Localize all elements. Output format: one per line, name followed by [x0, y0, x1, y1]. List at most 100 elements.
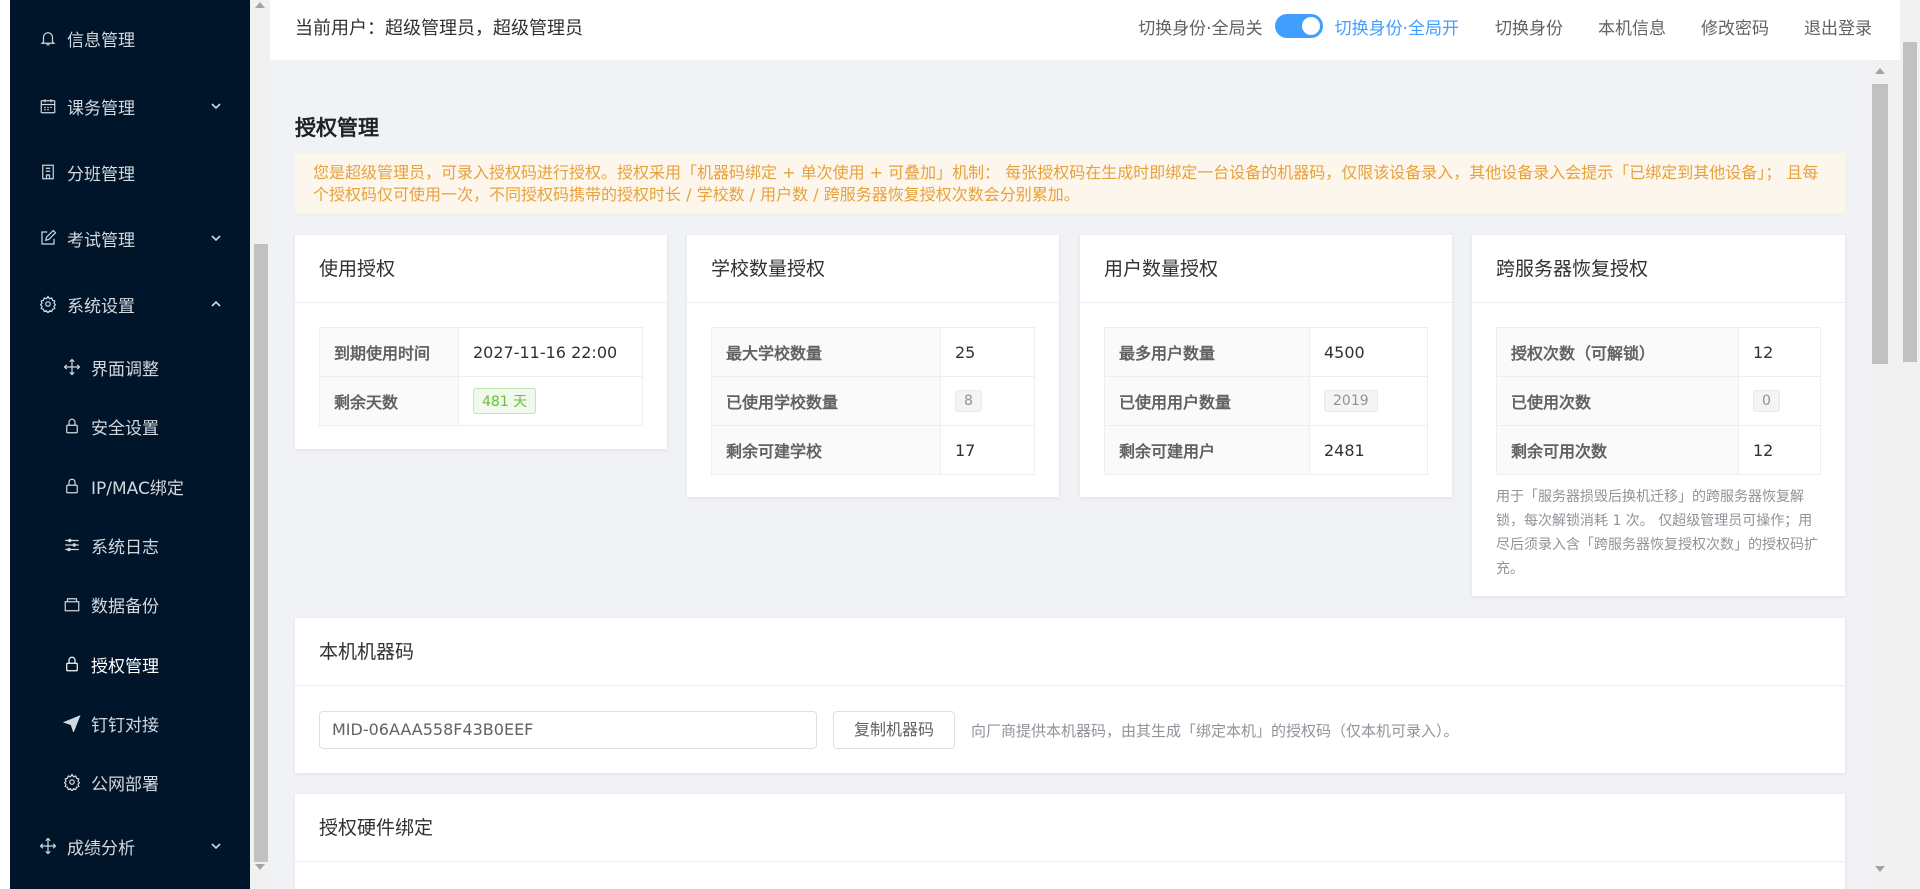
switch-off-label: 切换身份·全局关 [1138, 18, 1263, 39]
move-icon [62, 357, 82, 377]
chevron-down-icon [211, 235, 221, 242]
row-value: 8 [940, 376, 1035, 426]
sidebar-item-ipmac[interactable]: IP/MAC绑定 [10, 458, 250, 514]
sidebar-item-course[interactable]: 课务管理 [10, 78, 250, 134]
card-title: 学校数量授权 [687, 235, 1059, 303]
switch-on-label: 切换身份·全局开 [1334, 18, 1459, 39]
machine-code-input[interactable]: MID-06AAA558F43B0EEF [319, 711, 817, 749]
table-row: 剩余可建用户 2481 [1104, 425, 1428, 475]
row-value: 481 天 [458, 376, 643, 426]
card-title: 跨服务器恢复授权 [1472, 235, 1845, 303]
row-value: 12 [1738, 327, 1821, 377]
sidebar-item-label: 钉钉对接 [91, 715, 159, 736]
page-scrollbar-thumb[interactable] [1872, 84, 1888, 364]
row-key: 已使用用户数量 [1104, 376, 1310, 426]
sidebar-item-label: 授权管理 [91, 656, 159, 677]
sidebar-item-ui-adjust[interactable]: 界面调整 [10, 339, 250, 395]
usage-table: 到期使用时间 2027-11-16 22:00 剩余天数 481 天 [319, 327, 643, 426]
card-title: 本机机器码 [295, 618, 1845, 686]
sidebar-item-info[interactable]: 信息管理 [10, 10, 250, 66]
chevron-down-icon [211, 103, 221, 110]
sidebar-item-label: 成绩分析 [67, 838, 135, 859]
switch-knob [1301, 17, 1320, 35]
sidebar-item-class[interactable]: 分班管理 [10, 144, 250, 200]
row-key: 剩余天数 [319, 376, 459, 426]
card-title: 授权硬件绑定 [295, 794, 1845, 862]
machine-info-link[interactable]: 本机信息 [1598, 14, 1666, 39]
row-key: 剩余可建用户 [1104, 425, 1310, 475]
school-table: 最大学校数量 25 已使用学校数量 8 剩余可建学校 17 [711, 327, 1035, 475]
row-value: 2027-11-16 22:00 [458, 327, 643, 377]
calendar-icon [38, 96, 58, 116]
sidebar-item-label: 课务管理 [67, 98, 135, 119]
sidebar-item-backup[interactable]: 数据备份 [10, 576, 250, 632]
sidebar-item-label: 公网部署 [91, 774, 159, 795]
header-actions: 切换身份·全局关 切换身份·全局开 切换身份 本机信息 修改密码 退出登录 [1138, 14, 1872, 39]
sidebar-item-public-deploy[interactable]: 公网部署 [10, 754, 250, 810]
sidebar-item-label: 界面调整 [91, 359, 159, 380]
chevron-down-icon [211, 843, 221, 850]
sidebar-item-exam[interactable]: 考试管理 [10, 210, 250, 266]
sidebar-scrollbar-thumb[interactable] [254, 244, 268, 862]
sidebar-item-security[interactable]: 安全设置 [10, 398, 250, 454]
table-row: 剩余可用次数 12 [1496, 425, 1821, 475]
table-row: 授权次数（可解锁） 12 [1496, 327, 1821, 377]
usage-license-card: 使用授权 到期使用时间 2027-11-16 22:00 剩余天数 481 天 [295, 235, 667, 449]
license-alert: 您是超级管理员，可录入授权码进行授权。授权采用「机器码绑定 + 单次使用 + 可… [295, 153, 1845, 213]
gear-icon [38, 294, 58, 314]
scroll-down-arrow-icon[interactable] [255, 864, 265, 870]
sidebar-item-syslog[interactable]: 系统日志 [10, 517, 250, 573]
gear-icon [62, 772, 82, 792]
sidebar-item-settings[interactable]: 系统设置 [10, 276, 250, 332]
row-key: 已使用次数 [1496, 376, 1739, 426]
top-header: 当前用户：超级管理员，超级管理员 切换身份·全局关 切换身份·全局开 切换身份 … [270, 0, 1900, 60]
machine-code-card: 本机机器码 MID-06AAA558F43B0EEF 复制机器码 向厂商提供本机… [295, 618, 1845, 773]
main-area: 当前用户：超级管理员，超级管理员 切换身份·全局关 切换身份·全局开 切换身份 … [270, 0, 1900, 889]
table-row: 到期使用时间 2027-11-16 22:00 [319, 327, 643, 377]
table-row: 剩余可建学校 17 [711, 425, 1035, 475]
sidebar-item-score-analysis[interactable]: 成绩分析 [10, 818, 250, 874]
row-key: 已使用学校数量 [711, 376, 941, 426]
card-title: 用户数量授权 [1080, 235, 1452, 303]
table-row: 已使用用户数量 2019 [1104, 376, 1428, 426]
switch-identity-link[interactable]: 切换身份 [1495, 14, 1563, 39]
send-icon [62, 713, 82, 733]
sidebar-item-label: 数据备份 [91, 596, 159, 617]
scroll-up-arrow-icon[interactable] [1875, 68, 1885, 74]
page-title: 授权管理 [295, 116, 379, 140]
used-count-badge: 0 [1753, 390, 1780, 412]
restore-note: 用于「服务器损毁后换机迁移」的跨服务器恢复解锁，每次解锁消耗 1 次。 仅超级管… [1496, 489, 1818, 577]
lock-icon [62, 654, 82, 674]
scroll-down-arrow-icon[interactable] [1875, 866, 1885, 872]
app-root: 信息管理 课务管理 分班管理 考试管理 系统设置 界面调整 安全设置 IP/MA… [0, 0, 1920, 889]
sidebar-item-label: 安全设置 [91, 418, 159, 439]
row-key: 剩余可用次数 [1496, 425, 1739, 475]
row-value: 25 [940, 327, 1035, 377]
move-icon [38, 836, 58, 856]
sliders-icon [62, 535, 82, 555]
scroll-up-arrow-icon[interactable] [255, 2, 265, 8]
sidebar-item-dingtalk[interactable]: 钉钉对接 [10, 695, 250, 751]
sidebar-item-license[interactable]: 授权管理 [10, 636, 250, 692]
current-user: 当前用户：超级管理员，超级管理员 [295, 18, 583, 39]
sidebar-item-label: 考试管理 [67, 230, 135, 251]
row-key: 最大学校数量 [711, 327, 941, 377]
window-scrollbar-thumb[interactable] [1903, 42, 1917, 362]
sidebar: 信息管理 课务管理 分班管理 考试管理 系统设置 界面调整 安全设置 IP/MA… [10, 0, 250, 889]
hardware-binding-card: 授权硬件绑定 [295, 794, 1845, 889]
copy-machine-code-button[interactable]: 复制机器码 [833, 711, 955, 749]
used-count-badge: 8 [955, 390, 982, 412]
sidebar-item-label: IP/MAC绑定 [91, 478, 184, 499]
chevron-up-icon [211, 300, 221, 307]
restore-license-card: 跨服务器恢复授权 授权次数（可解锁） 12 已使用次数 0 剩余可用次数 12 … [1472, 235, 1845, 596]
bell-icon [38, 28, 58, 48]
row-value: 12 [1738, 425, 1821, 475]
identity-switch-toggle[interactable] [1274, 14, 1323, 38]
user-license-card: 用户数量授权 最多用户数量 4500 已使用用户数量 2019 剩余可建用户 2… [1080, 235, 1452, 497]
edit-icon [38, 228, 58, 248]
logout-link[interactable]: 退出登录 [1804, 14, 1872, 39]
change-password-link[interactable]: 修改密码 [1701, 14, 1769, 39]
table-row: 剩余天数 481 天 [319, 376, 643, 426]
school-license-card: 学校数量授权 最大学校数量 25 已使用学校数量 8 剩余可建学校 17 [687, 235, 1059, 497]
row-value: 2481 [1309, 425, 1428, 475]
